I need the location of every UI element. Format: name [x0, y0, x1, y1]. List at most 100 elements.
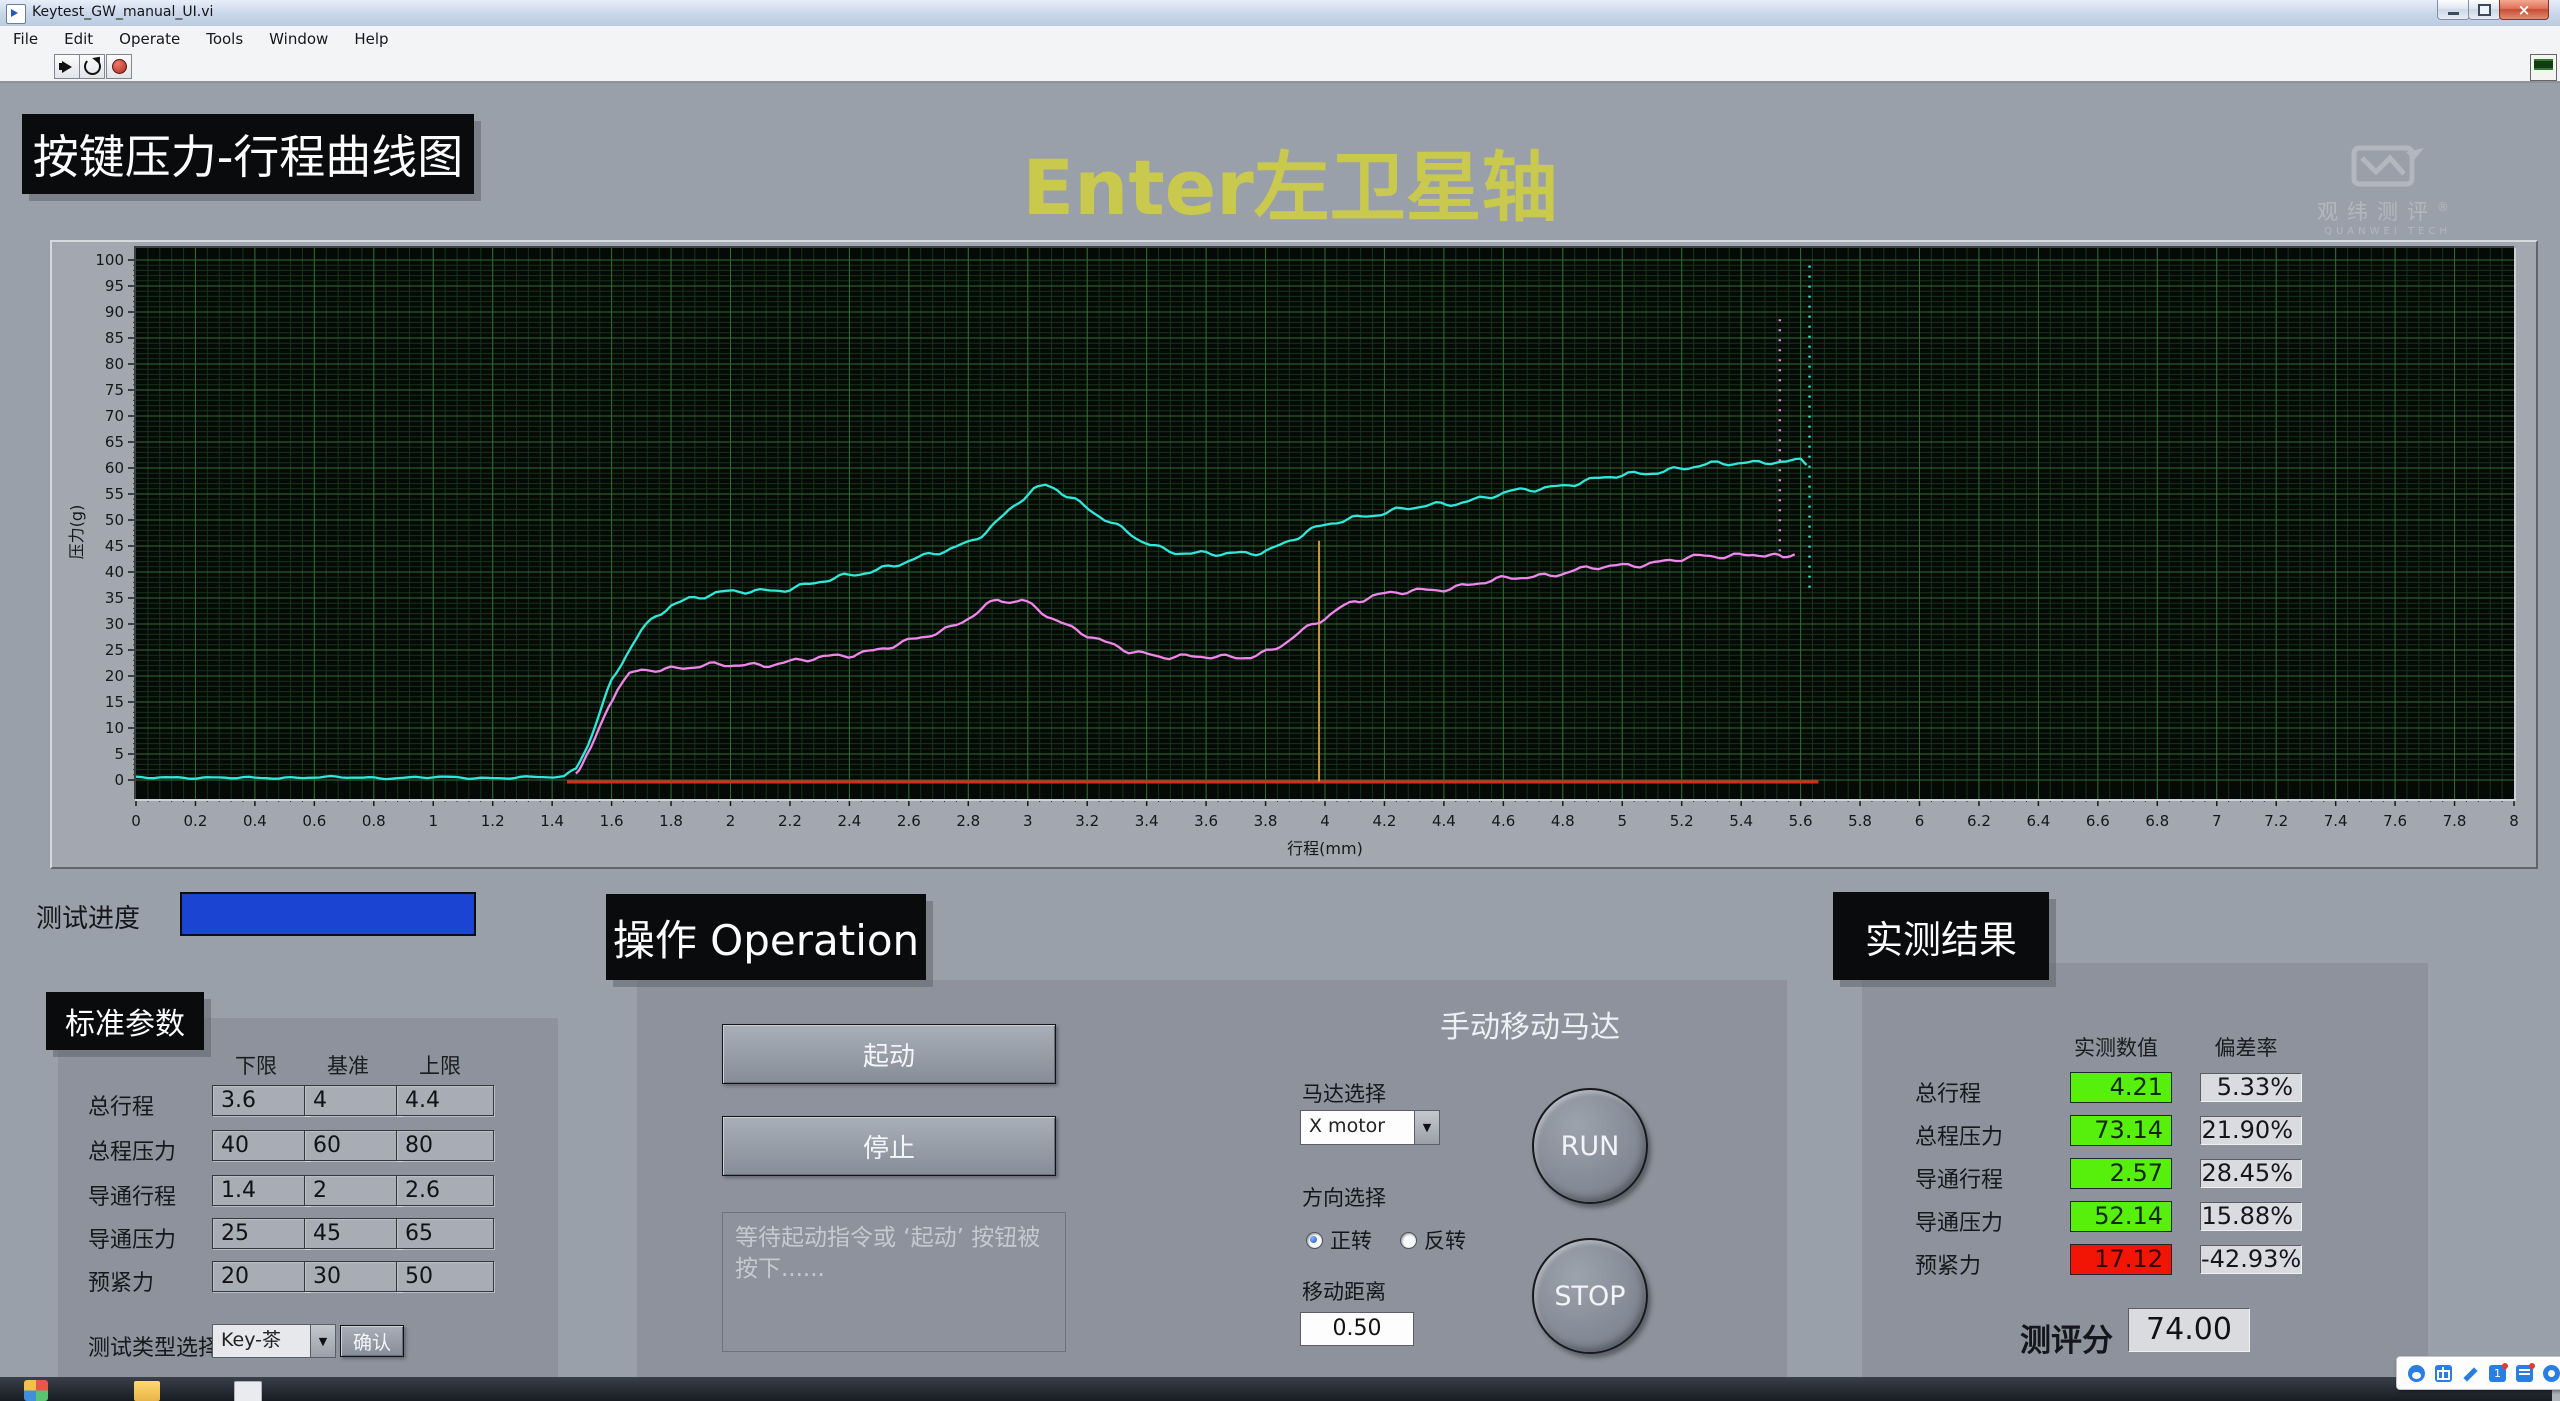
windows-taskbar[interactable]: [0, 1377, 2560, 1401]
run-button[interactable]: [54, 54, 80, 79]
stop-button[interactable]: 停止: [722, 1116, 1056, 1176]
svg-text:0.6: 0.6: [302, 812, 326, 830]
param-input[interactable]: 20: [212, 1261, 310, 1292]
calendar-icon[interactable]: 1: [2489, 1365, 2506, 1382]
run-arrow-icon: [62, 61, 72, 73]
svg-text:2.6: 2.6: [897, 812, 921, 830]
param-input[interactable]: 50: [396, 1261, 494, 1292]
app-window: Keytest_GW_manual_UI.vi × File Edit Oper…: [0, 0, 2560, 1401]
param-input[interactable]: 60: [304, 1130, 402, 1161]
svg-text:5.6: 5.6: [1789, 812, 1813, 830]
pencil-icon[interactable]: [2462, 1365, 2479, 1382]
gear-icon[interactable]: [2543, 1365, 2560, 1382]
chevron-down-icon[interactable]: ▼: [310, 1325, 335, 1357]
result-value: 4.21: [2070, 1072, 2172, 1103]
taskbar-window-icon[interactable]: [234, 1381, 262, 1401]
svg-text:60: 60: [105, 459, 124, 477]
param-input[interactable]: 3.6: [212, 1085, 310, 1116]
confirm-button[interactable]: 确认: [340, 1325, 404, 1357]
minimize-button[interactable]: [2437, 0, 2470, 20]
manual-motor-title: 手动移动马达: [1320, 1002, 1740, 1046]
param-input[interactable]: 2: [304, 1175, 402, 1206]
logo-text-en: QUANWEI TECH: [2295, 226, 2480, 237]
menu-bar: File Edit Operate Tools Window Help: [0, 26, 2560, 52]
param-input[interactable]: 45: [304, 1218, 402, 1249]
run-continuous-button[interactable]: [79, 54, 105, 79]
distance-input[interactable]: 0.50: [1300, 1312, 1414, 1346]
svg-text:0.4: 0.4: [243, 812, 267, 830]
menu-tools[interactable]: Tools: [193, 30, 256, 48]
taskbar-app-icon[interactable]: [24, 1380, 48, 1401]
motor-select-label: 马达选择: [1302, 1078, 1386, 1108]
svg-text:6.4: 6.4: [2026, 812, 2050, 830]
result-deviation: 5.33%: [2200, 1073, 2302, 1102]
svg-text:1.6: 1.6: [600, 812, 624, 830]
svg-text:7.2: 7.2: [2264, 812, 2288, 830]
progress-fill: [182, 894, 474, 934]
chinese-mode-icon[interactable]: [2435, 1365, 2452, 1382]
notes-icon[interactable]: [2516, 1365, 2533, 1382]
param-input[interactable]: 2.6: [396, 1175, 494, 1206]
radio-forward-icon[interactable]: [1306, 1232, 1323, 1249]
svg-text:3.8: 3.8: [1254, 812, 1278, 830]
svg-text:2.8: 2.8: [956, 812, 980, 830]
svg-text:1: 1: [428, 812, 438, 830]
param-input[interactable]: 1.4: [212, 1175, 310, 1206]
abort-button[interactable]: [106, 54, 132, 79]
radio-reverse-icon[interactable]: [1400, 1232, 1417, 1249]
radio-forward[interactable]: 正转: [1306, 1225, 1372, 1255]
param-input[interactable]: 4.4: [396, 1085, 494, 1116]
svg-text:5.8: 5.8: [1848, 812, 1872, 830]
window-title: Keytest_GW_manual_UI.vi: [32, 4, 213, 20]
menu-window[interactable]: Window: [256, 30, 341, 48]
start-button[interactable]: 起动: [722, 1024, 1056, 1084]
svg-text:2: 2: [726, 812, 736, 830]
motor-stop-button[interactable]: STOP: [1532, 1238, 1648, 1354]
results-title-box: 实测结果: [1833, 892, 2049, 980]
svg-text:55: 55: [105, 485, 124, 503]
result-deviation: -42.93%: [2200, 1245, 2302, 1274]
param-row-label: 导通行程: [88, 1179, 176, 1211]
paw-icon[interactable]: [2408, 1365, 2425, 1382]
menu-operate[interactable]: Operate: [106, 30, 193, 48]
svg-text:15: 15: [105, 693, 124, 711]
radio-reverse[interactable]: 反转: [1400, 1225, 1466, 1255]
title-bar[interactable]: Keytest_GW_manual_UI.vi ×: [0, 0, 2560, 27]
toolbar: [0, 52, 2560, 83]
restore-button[interactable]: [2468, 0, 2501, 20]
result-deviation: 15.88%: [2200, 1202, 2302, 1231]
close-button[interactable]: ×: [2499, 0, 2549, 20]
menu-edit[interactable]: Edit: [51, 30, 106, 48]
svg-text:7.4: 7.4: [2324, 812, 2348, 830]
param-input[interactable]: 65: [396, 1218, 494, 1249]
ime-toolbar[interactable]: 1: [2396, 1356, 2560, 1390]
motor-run-button[interactable]: RUN: [1532, 1088, 1648, 1204]
param-input[interactable]: 4: [304, 1085, 402, 1116]
menu-help[interactable]: Help: [341, 30, 401, 48]
param-row-label: 总行程: [88, 1089, 154, 1121]
param-input[interactable]: 80: [396, 1130, 494, 1161]
status-message-box: 等待起动指令或 ‘起动’ 按钮被按下......: [722, 1212, 1066, 1352]
score-label: 测评分: [2020, 1315, 2113, 1360]
svg-text:75: 75: [105, 381, 124, 399]
force-stroke-chart[interactable]: 00.20.40.60.811.21.41.61.822.22.42.62.83…: [50, 240, 2538, 869]
test-type-value: Key-茶: [213, 1325, 310, 1357]
svg-text:4.6: 4.6: [1491, 812, 1515, 830]
chevron-down-icon[interactable]: ▼: [1414, 1111, 1439, 1144]
svg-text:65: 65: [105, 433, 124, 451]
abort-icon: [112, 59, 127, 74]
chart-plot-area[interactable]: 00.20.40.60.811.21.41.61.822.22.42.62.83…: [52, 242, 2532, 863]
registered-mark: ®: [2437, 200, 2458, 214]
menu-file[interactable]: File: [0, 30, 51, 48]
chart-title-box: 按键压力-行程曲线图: [22, 114, 474, 194]
minimize-icon: [2448, 12, 2459, 15]
folder-icon[interactable]: [134, 1381, 160, 1401]
result-value: 52.14: [2070, 1201, 2172, 1232]
param-input[interactable]: 40: [212, 1130, 310, 1161]
param-input[interactable]: 25: [212, 1218, 310, 1249]
motor-select-dropdown[interactable]: X motor ▼: [1300, 1110, 1440, 1145]
svg-text:85: 85: [105, 329, 124, 347]
svg-text:3.2: 3.2: [1075, 812, 1099, 830]
param-input[interactable]: 30: [304, 1261, 402, 1292]
test-type-dropdown[interactable]: Key-茶 ▼: [212, 1324, 336, 1358]
